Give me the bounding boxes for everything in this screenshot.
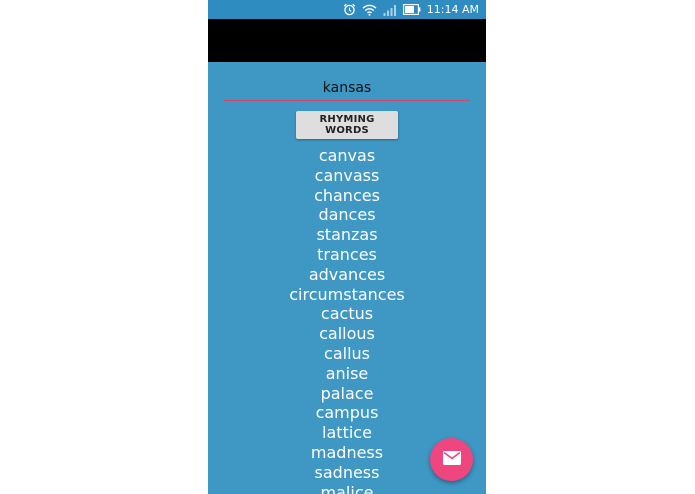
list-item: circumstances xyxy=(289,284,405,304)
list-item: stanzas xyxy=(316,225,378,245)
search-input[interactable] xyxy=(224,76,470,101)
list-item: callous xyxy=(319,324,375,344)
list-item: canvas xyxy=(318,146,376,165)
status-bar: 11:14 AM xyxy=(208,0,486,19)
rhyming-words-button[interactable]: RHYMING WORDS xyxy=(296,111,398,139)
alarm-icon xyxy=(343,3,356,16)
list-item: chances xyxy=(314,185,380,205)
list-item: callus xyxy=(324,343,370,363)
battery-icon xyxy=(402,4,421,15)
main-content: RHYMING WORDS canvas canvass chances dan… xyxy=(208,62,486,494)
email-fab-button[interactable] xyxy=(430,438,473,481)
list-item: anise xyxy=(325,363,369,383)
list-item: campus xyxy=(315,403,379,423)
app-screen: 11:14 AM RHYMING WORDS canvas canvass ch… xyxy=(208,0,486,494)
list-item: dances xyxy=(318,205,376,225)
email-icon xyxy=(442,451,461,468)
wifi-icon xyxy=(362,4,377,16)
list-item: canvass xyxy=(314,165,380,185)
signal-icon xyxy=(383,4,397,16)
app-bar xyxy=(208,19,486,62)
list-item: cactus xyxy=(320,304,374,324)
list-item: malice xyxy=(320,482,374,494)
list-item: advances xyxy=(308,264,386,284)
status-time: 11:14 AM xyxy=(426,3,479,16)
list-item: palace xyxy=(320,383,374,403)
list-item: trances xyxy=(317,244,377,264)
